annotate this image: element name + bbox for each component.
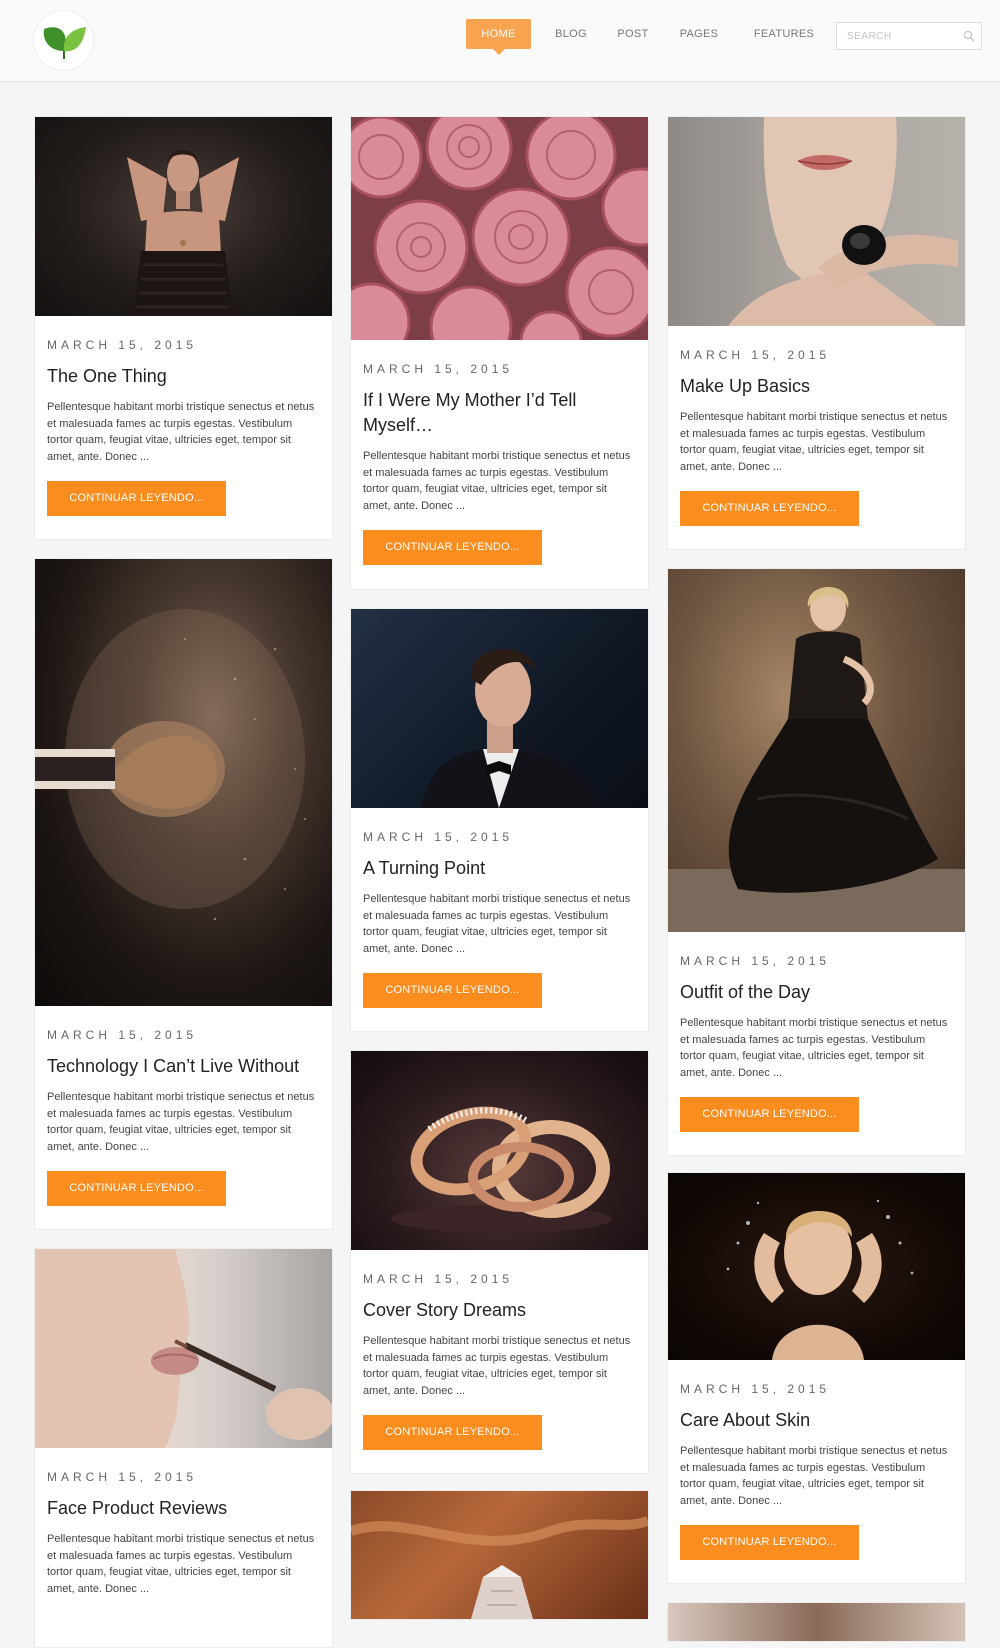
search-icon[interactable] [963, 30, 975, 42]
post-image[interactable] [351, 1051, 648, 1250]
post-image[interactable] [668, 1173, 965, 1360]
post-image[interactable] [35, 1249, 332, 1448]
post-title[interactable]: Technology I Can’t Live Without [47, 1054, 320, 1079]
post-image[interactable] [351, 609, 648, 808]
post-card [667, 1602, 966, 1642]
nav-item-blog[interactable]: BLOG [546, 19, 596, 49]
read-more-button[interactable]: CONTINUAR LEYENDO... [47, 1171, 226, 1206]
post-body: MARCH 15, 2015 If I Were My Mother I’d T… [363, 362, 636, 565]
post-body: MARCH 15, 2015 A Turning Point Pellentes… [363, 830, 636, 1008]
nav-item-post[interactable]: POST [610, 19, 656, 49]
post-card [350, 1490, 649, 1620]
post-card: MARCH 15, 2015 Care About Skin Pellentes… [667, 1172, 966, 1584]
post-image[interactable] [668, 569, 965, 932]
post-card: MARCH 15, 2015 If I Were My Mother I’d T… [350, 116, 649, 590]
post-excerpt: Pellentesque habitant morbi tristique se… [680, 1445, 948, 1507]
post-body: MARCH 15, 2015 Face Product Reviews Pell… [47, 1470, 320, 1597]
post-image[interactable] [668, 117, 965, 326]
site-header: HOME BLOG POST PAGES FEATURES [0, 0, 1000, 82]
read-more-button[interactable]: CONTINUAR LEYENDO... [680, 1525, 859, 1560]
site-logo[interactable] [34, 11, 93, 70]
post-image[interactable] [668, 1603, 965, 1641]
leaf-logo-icon [43, 27, 86, 59]
post-excerpt: Pellentesque habitant morbi tristique se… [680, 411, 948, 473]
post-excerpt: Pellentesque habitant morbi tristique se… [363, 893, 631, 955]
nav-item-pages[interactable]: PAGES [674, 19, 724, 49]
post-date: MARCH 15, 2015 [47, 1028, 198, 1042]
post-title[interactable]: Face Product Reviews [47, 1496, 320, 1521]
post-excerpt: Pellentesque habitant morbi tristique se… [47, 401, 315, 463]
post-date: MARCH 15, 2015 [680, 348, 831, 362]
post-excerpt: Pellentesque habitant morbi tristique se… [47, 1533, 315, 1595]
post-title[interactable]: The One Thing [47, 364, 320, 389]
nav-item-features[interactable]: FEATURES [752, 19, 816, 49]
post-body: MARCH 15, 2015 Technology I Can’t Live W… [47, 1028, 320, 1206]
post-date: MARCH 15, 2015 [363, 830, 514, 844]
post-date: MARCH 15, 2015 [363, 362, 514, 376]
post-excerpt: Pellentesque habitant morbi tristique se… [363, 1335, 631, 1397]
post-title[interactable]: Outfit of the Day [680, 980, 953, 1005]
post-title[interactable]: Make Up Basics [680, 374, 953, 399]
read-more-button[interactable]: CONTINUAR LEYENDO... [363, 1415, 542, 1450]
post-title[interactable]: If I Were My Mother I’d Tell Myself… [363, 388, 636, 438]
post-title[interactable]: A Turning Point [363, 856, 636, 881]
post-card: MARCH 15, 2015 Face Product Reviews Pell… [34, 1248, 333, 1648]
post-body: MARCH 15, 2015 Outfit of the Day Pellent… [680, 954, 953, 1132]
post-body: MARCH 15, 2015 The One Thing Pellentesqu… [47, 338, 320, 516]
post-image[interactable] [35, 559, 332, 1006]
post-card: MARCH 15, 2015 Outfit of the Day Pellent… [667, 568, 966, 1156]
read-more-button[interactable]: CONTINUAR LEYENDO... [47, 481, 226, 516]
post-card: MARCH 15, 2015 The One Thing Pellentesqu… [34, 116, 333, 540]
post-image[interactable] [351, 1491, 648, 1619]
post-date: MARCH 15, 2015 [680, 1382, 831, 1396]
post-image[interactable] [351, 117, 648, 340]
read-more-button[interactable]: CONTINUAR LEYENDO... [680, 491, 859, 526]
nav-item-home[interactable]: HOME [466, 19, 531, 55]
read-more-button[interactable]: CONTINUAR LEYENDO... [363, 973, 542, 1008]
search-box [836, 22, 982, 50]
post-body: MARCH 15, 2015 Care About Skin Pellentes… [680, 1382, 953, 1560]
post-image[interactable] [35, 117, 332, 316]
post-card: MARCH 15, 2015 Technology I Can’t Live W… [34, 558, 333, 1230]
post-body: MARCH 15, 2015 Make Up Basics Pellentesq… [680, 348, 953, 526]
post-title[interactable]: Cover Story Dreams [363, 1298, 636, 1323]
read-more-button[interactable]: CONTINUAR LEYENDO... [363, 530, 542, 565]
post-card: MARCH 15, 2015 Cover Story Dreams Pellen… [350, 1050, 649, 1474]
post-date: MARCH 15, 2015 [47, 338, 198, 352]
post-excerpt: Pellentesque habitant morbi tristique se… [680, 1017, 948, 1079]
post-excerpt: Pellentesque habitant morbi tristique se… [47, 1091, 315, 1153]
post-date: MARCH 15, 2015 [47, 1470, 198, 1484]
read-more-button[interactable]: CONTINUAR LEYENDO... [680, 1097, 859, 1132]
post-card: MARCH 15, 2015 A Turning Point Pellentes… [350, 608, 649, 1032]
post-date: MARCH 15, 2015 [363, 1272, 514, 1286]
post-card: MARCH 15, 2015 Make Up Basics Pellentesq… [667, 116, 966, 550]
post-body: MARCH 15, 2015 Cover Story Dreams Pellen… [363, 1272, 636, 1450]
post-excerpt: Pellentesque habitant morbi tristique se… [363, 450, 631, 512]
search-input[interactable] [837, 23, 965, 49]
post-title[interactable]: Care About Skin [680, 1408, 953, 1433]
post-date: MARCH 15, 2015 [680, 954, 831, 968]
